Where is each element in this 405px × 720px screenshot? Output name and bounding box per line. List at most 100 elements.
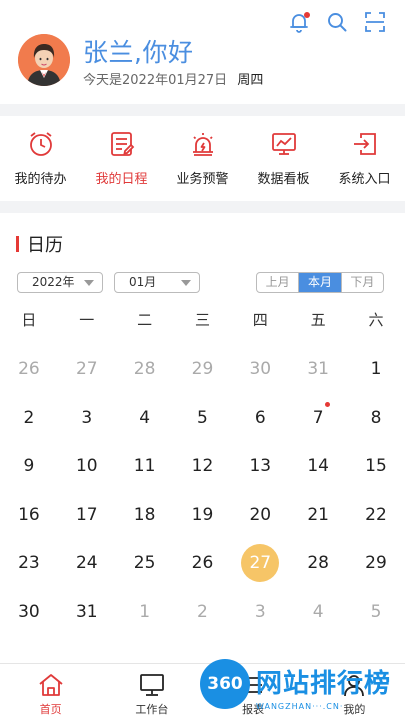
calendar-day-other-month[interactable]: 26	[0, 345, 58, 394]
calendar-day[interactable]: 6	[231, 394, 289, 443]
calendar-day[interactable]: 22	[347, 491, 405, 540]
tab-home[interactable]: 首页	[0, 664, 101, 720]
weekday-label: 二	[137, 311, 153, 329]
calendar-day[interactable]: 31	[58, 588, 116, 637]
calendar-card: 日历 2022年 01月 上月 本月 下月 日 一 二 三 四 五 六 26 2…	[0, 213, 405, 663]
calendar-day[interactable]: 25	[116, 539, 174, 588]
calendar-day[interactable]: 17	[58, 491, 116, 540]
calendar-week-row: 16 17 18 19 20 21 22	[0, 491, 405, 540]
calendar-day-other-month[interactable]: 3	[231, 588, 289, 637]
calendar-day[interactable]: 14	[289, 442, 347, 491]
prev-month-button[interactable]: 上月	[257, 273, 298, 292]
scan-icon[interactable]	[363, 10, 387, 34]
calendar-day[interactable]: 1	[347, 345, 405, 394]
weekday-header: 日 一 二 三 四 五 六	[0, 309, 405, 330]
calendar-day-other-month[interactable]: 30	[231, 345, 289, 394]
alarm-icon	[192, 133, 213, 156]
month-select[interactable]: 01月	[114, 272, 200, 293]
calendar-day-other-month[interactable]: 31	[289, 345, 347, 394]
calendar-day-other-month[interactable]: 1	[116, 588, 174, 637]
header: 张兰,你好 今天是2022年01月27日 周四	[0, 0, 405, 104]
dashboard-icon	[271, 133, 296, 155]
weekday-label: 四	[252, 311, 268, 329]
quick-entry-dashboard[interactable]: 数据看板	[243, 116, 324, 201]
greeting-text: 张兰,你好	[83, 38, 194, 67]
calendar-day[interactable]: 8	[347, 394, 405, 443]
calendar-day[interactable]: 19	[174, 491, 232, 540]
calendar-day-other-month[interactable]: 4	[289, 588, 347, 637]
weekday-label: 三	[194, 311, 210, 329]
calendar-day[interactable]: 10	[58, 442, 116, 491]
monitor-icon	[139, 674, 164, 696]
calendar-day[interactable]: 26	[174, 539, 232, 588]
avatar[interactable]	[18, 34, 70, 86]
calendar-day[interactable]: 24	[58, 539, 116, 588]
watermark-badge: 360	[200, 659, 250, 709]
calendar-day[interactable]: 15	[347, 442, 405, 491]
event-dot	[325, 401, 331, 407]
calendar-day[interactable]: 4	[116, 394, 174, 443]
calendar-day[interactable]: 23	[0, 539, 58, 588]
calendar-day[interactable]: 18	[116, 491, 174, 540]
calendar-grid: 26 27 28 29 30 31 1 2 3 4 5 6 7 8 9 10 1…	[0, 345, 405, 636]
quick-entry-label: 系统入口	[338, 172, 391, 187]
calendar-day-other-month[interactable]: 5	[347, 588, 405, 637]
calendar-day-other-month[interactable]: 27	[58, 345, 116, 394]
tab-workbench[interactable]: 工作台	[101, 664, 202, 720]
chevron-down-icon	[84, 280, 94, 286]
calendar-day[interactable]: 16	[0, 491, 58, 540]
watermark: 360 网站排行榜 WANGZHAN···.CN·	[196, 657, 405, 720]
weekday-label: 六	[368, 311, 384, 329]
calendar-day[interactable]: 5	[174, 394, 232, 443]
next-month-button[interactable]: 下月	[340, 273, 383, 292]
date-text: 今天是2022年01月27日	[83, 73, 228, 88]
calendar-week-row: 2 3 4 5 6 7 8	[0, 394, 405, 443]
search-icon[interactable]	[325, 10, 349, 34]
quick-entry-alert[interactable]: 业务预警	[162, 116, 243, 201]
calendar-day-other-month[interactable]: 2	[174, 588, 232, 637]
calendar-day[interactable]: 13	[231, 442, 289, 491]
calendar-day-other-month[interactable]: 28	[116, 345, 174, 394]
chevron-down-icon	[181, 280, 191, 286]
calendar-day-other-month[interactable]: 29	[174, 345, 232, 394]
tab-label: 工作台	[135, 703, 169, 716]
calendar-day[interactable]: 28	[289, 539, 347, 588]
calendar-week-row: 30 31 1 2 3 4 5	[0, 588, 405, 637]
calendar-title: 日历	[16, 231, 63, 257]
calendar-day[interactable]: 3	[58, 394, 116, 443]
home-icon	[39, 674, 63, 696]
calendar-day[interactable]: 12	[174, 442, 232, 491]
calendar-day[interactable]: 11	[116, 442, 174, 491]
tab-label: 首页	[39, 703, 62, 716]
current-date: 今天是2022年01月27日 周四	[83, 69, 263, 88]
year-select-value: 2022年	[32, 275, 75, 289]
calendar-day[interactable]: 30	[0, 588, 58, 637]
quick-entry-todo[interactable]: 我的待办	[0, 116, 81, 201]
calendar-title-text: 日历	[27, 235, 63, 256]
calendar-day[interactable]: 29	[347, 539, 405, 588]
quick-entry-bar: 我的待办 我的日程 业务预警 数据看板 系统入口	[0, 116, 405, 201]
calendar-day[interactable]: 2	[0, 394, 58, 443]
calendar-day[interactable]: 21	[289, 491, 347, 540]
quick-entry-system[interactable]: 系统入口	[324, 116, 405, 201]
year-select[interactable]: 2022年	[17, 272, 103, 293]
calendar-day-today[interactable]: 27	[231, 539, 289, 588]
day-number: 7	[312, 407, 324, 428]
day-number: 27	[249, 553, 272, 574]
calendar-week-row: 23 24 25 26 27 28 29	[0, 539, 405, 588]
calendar-day[interactable]: 20	[231, 491, 289, 540]
month-select-value: 01月	[129, 275, 157, 289]
calendar-day[interactable]: 9	[0, 442, 58, 491]
quick-entry-label: 业务预警	[176, 172, 229, 187]
quick-entry-schedule[interactable]: 我的日程	[81, 116, 162, 201]
current-month-button[interactable]: 本月	[298, 273, 341, 292]
weekday-text: 周四	[237, 73, 264, 88]
weekday-label: 一	[79, 311, 95, 329]
month-view-toggle: 上月 本月 下月	[256, 272, 384, 293]
calendar-day-with-event[interactable]: 7	[289, 394, 347, 443]
calendar-week-row: 26 27 28 29 30 31 1	[0, 345, 405, 394]
watermark-text: 网站排行榜	[256, 669, 392, 699]
quick-entry-label: 我的待办	[14, 172, 67, 187]
bell-icon[interactable]	[287, 10, 311, 34]
clock-icon	[29, 132, 52, 156]
